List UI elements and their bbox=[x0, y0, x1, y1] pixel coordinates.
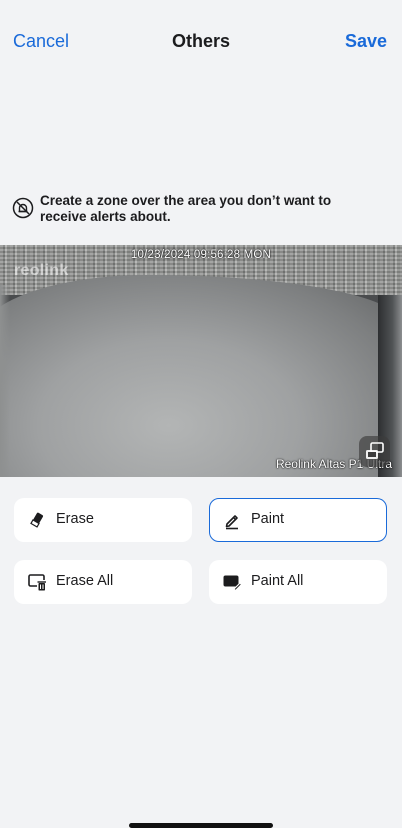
erase-label: Erase bbox=[56, 511, 94, 527]
paint-all-icon bbox=[223, 575, 242, 592]
paint-all-button[interactable]: Paint All bbox=[209, 560, 387, 604]
navigation-bar: Cancel Others Save bbox=[0, 0, 402, 84]
instruction-text: Create a zone over the area you don’t wa… bbox=[40, 193, 332, 224]
page-title: Others bbox=[171, 31, 231, 51]
paint-button[interactable]: Paint bbox=[209, 498, 387, 542]
erase-all-icon bbox=[28, 574, 46, 591]
instruction-hint: Create a zone over the area you don’t wa… bbox=[12, 192, 392, 226]
no-alert-icon bbox=[12, 197, 34, 219]
erase-all-label: Erase All bbox=[56, 573, 114, 589]
switch-view-icon bbox=[366, 442, 384, 459]
save-button[interactable]: Save bbox=[345, 31, 387, 52]
paint-all-label: Paint All bbox=[251, 573, 304, 589]
camera-timestamp: 10/23/2024 09:56:28 MON bbox=[130, 249, 272, 261]
camera-preview[interactable]: 10/23/2024 09:56:28 MON reolink Reolink … bbox=[0, 245, 402, 477]
preview-left-edge bbox=[0, 285, 10, 477]
pen-icon bbox=[225, 515, 238, 530]
switch-view-button[interactable] bbox=[359, 436, 390, 467]
erase-all-button[interactable]: Erase All bbox=[14, 560, 192, 604]
erase-button[interactable]: Erase bbox=[14, 498, 192, 542]
preview-surface bbox=[0, 275, 400, 477]
eraser-icon bbox=[30, 512, 44, 528]
camera-logo-watermark: reolink bbox=[14, 262, 69, 279]
paint-label: Paint bbox=[251, 511, 285, 527]
